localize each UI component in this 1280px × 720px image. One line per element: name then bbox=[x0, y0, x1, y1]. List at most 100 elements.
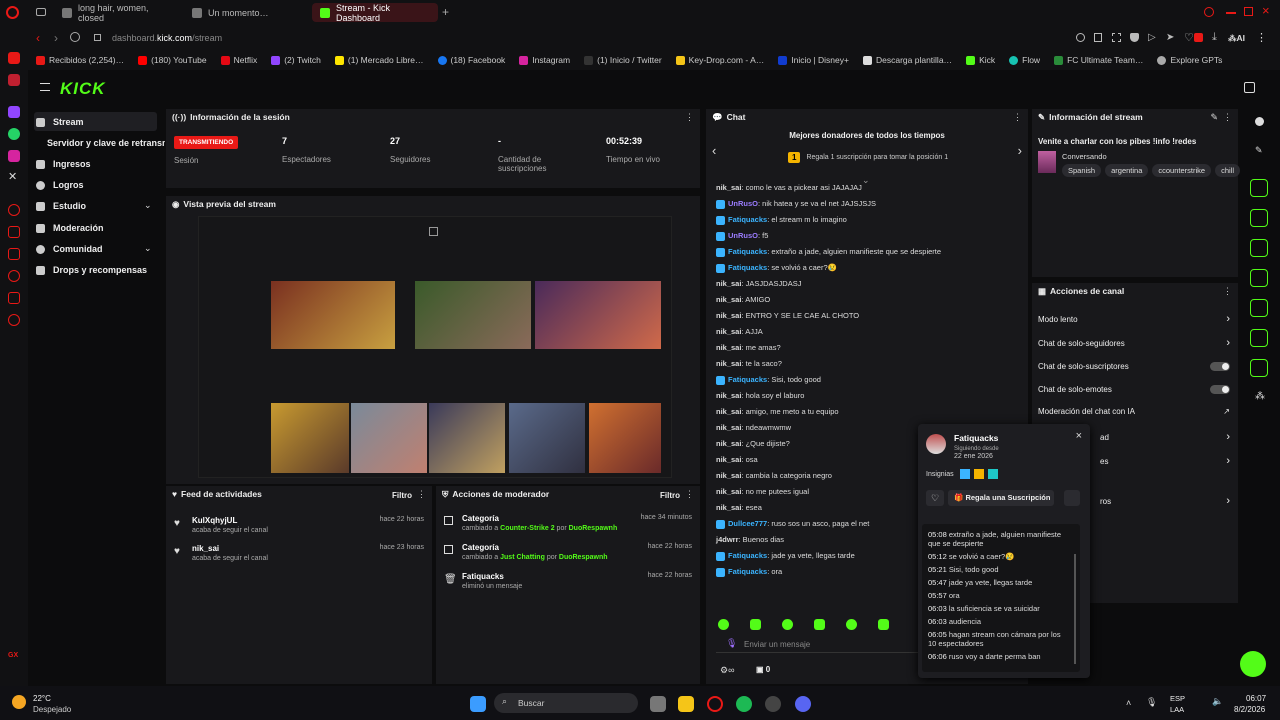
x-twitter-icon[interactable]: ✕ bbox=[8, 170, 17, 183]
flow-icon[interactable] bbox=[8, 292, 20, 304]
clock-time[interactable]: 06:07 bbox=[1246, 694, 1266, 703]
qa-clip-icon[interactable] bbox=[1250, 179, 1268, 197]
minimize-icon[interactable] bbox=[1226, 12, 1236, 14]
weather-icon[interactable] bbox=[12, 695, 26, 709]
volume-icon[interactable]: 🔈 bbox=[1212, 696, 1223, 707]
popout-icon[interactable] bbox=[429, 227, 438, 236]
tag-pill[interactable]: Spanish bbox=[1062, 164, 1102, 177]
bookmark-icon[interactable] bbox=[8, 226, 20, 238]
region[interactable]: LAA bbox=[1170, 705, 1184, 714]
gx-icon[interactable]: GX bbox=[8, 652, 18, 659]
kick-logo[interactable]: KICK bbox=[60, 79, 106, 99]
mod-tools-button[interactable] bbox=[1064, 490, 1080, 506]
chat-username[interactable]: Fatiquacks bbox=[728, 247, 767, 256]
chat-username[interactable]: Dullcee777 bbox=[728, 519, 767, 528]
emote-icon[interactable] bbox=[750, 619, 761, 630]
emote-icon[interactable] bbox=[718, 619, 729, 630]
chat-username[interactable]: nik_sai bbox=[716, 407, 741, 416]
heart-icon[interactable]: ♡ bbox=[1184, 31, 1194, 44]
search-tabs-icon[interactable] bbox=[1204, 7, 1214, 17]
category-link[interactable]: Counter-Strike 2 bbox=[500, 525, 554, 532]
more-options-icon[interactable]: ⋮ bbox=[1223, 112, 1232, 123]
emote-icon[interactable] bbox=[814, 619, 825, 630]
chat-username[interactable]: nik_sai bbox=[716, 359, 741, 368]
file-explorer-icon[interactable] bbox=[678, 696, 694, 712]
extensions-icon[interactable] bbox=[8, 270, 20, 282]
close-window-icon[interactable]: × bbox=[1262, 3, 1270, 18]
aria-ai-button[interactable]: ⁂AI bbox=[1228, 33, 1245, 44]
chat-username[interactable]: nik_sai bbox=[716, 455, 741, 464]
qa-chat-icon[interactable] bbox=[1250, 269, 1268, 287]
stream-video[interactable] bbox=[198, 216, 672, 478]
bookmark-instagram[interactable]: Instagram bbox=[519, 55, 570, 65]
filter-button[interactable]: Filtro bbox=[660, 491, 680, 500]
clock-date[interactable]: 8/2/2026 bbox=[1234, 705, 1265, 714]
donors-next-icon[interactable]: › bbox=[1018, 143, 1022, 158]
nav-stream[interactable]: Stream bbox=[36, 117, 84, 127]
chat-username[interactable]: UnRusO bbox=[728, 199, 758, 208]
filter-button[interactable]: Filtro bbox=[392, 491, 412, 500]
subs-only-toggle[interactable] bbox=[1210, 362, 1230, 371]
chat-username[interactable]: nik_sai bbox=[716, 343, 741, 352]
opera-logo-icon[interactable] bbox=[6, 6, 19, 19]
pencil-icon[interactable]: ✎ bbox=[1255, 145, 1263, 156]
tag-pill[interactable]: chill bbox=[1215, 164, 1240, 177]
chat-username[interactable]: Fatiquacks bbox=[728, 551, 767, 560]
bookmark-disney[interactable]: Inicio | Disney+ bbox=[778, 55, 849, 65]
bookmark-mercadolibre[interactable]: (1) Mercado Libre… bbox=[334, 55, 424, 65]
chevron-down-icon[interactable]: ⌄ bbox=[144, 200, 152, 211]
close-icon[interactable]: × bbox=[1076, 430, 1082, 442]
emote-icon[interactable] bbox=[846, 619, 857, 630]
dashboard-settings-icon[interactable] bbox=[1244, 82, 1255, 93]
emote-icon[interactable] bbox=[878, 619, 889, 630]
new-tab-icon[interactable]: + bbox=[442, 5, 449, 19]
settings-gear-icon[interactable] bbox=[8, 314, 20, 326]
tag-pill[interactable]: argentina bbox=[1105, 164, 1149, 177]
tab-workspaces-icon[interactable] bbox=[36, 8, 46, 16]
moderator-link[interactable]: DuoRespawnh bbox=[559, 554, 608, 561]
tab-2[interactable]: Un momento… bbox=[184, 3, 308, 22]
reload-icon[interactable] bbox=[70, 32, 80, 42]
twitch-icon[interactable] bbox=[8, 106, 20, 118]
language[interactable]: ESP bbox=[1170, 694, 1185, 703]
chat-username[interactable]: j4dwrr bbox=[716, 535, 739, 544]
gmail-icon[interactable] bbox=[8, 52, 20, 64]
bookmark-twitch[interactable]: (2) Twitch bbox=[271, 55, 321, 65]
followers-only-row[interactable]: Chat de solo-seguidores › bbox=[1038, 337, 1230, 349]
chat-username[interactable]: nik_sai bbox=[716, 439, 741, 448]
bookmark-gpts[interactable]: Explore GPTs bbox=[1157, 55, 1222, 65]
tab-kick-dashboard[interactable]: Stream - Kick Dashboard bbox=[312, 3, 438, 23]
bookmark-youtube[interactable]: (180) YouTube bbox=[138, 55, 207, 65]
qa-broadcast-icon[interactable] bbox=[1250, 299, 1268, 317]
bookmark-gmail[interactable]: Recibidos (2,254)… bbox=[36, 55, 124, 65]
menu-icon[interactable]: ⋮ bbox=[1256, 31, 1267, 44]
chat-username[interactable]: nik_sai bbox=[716, 503, 741, 512]
chat-username[interactable]: nik_sai bbox=[716, 423, 741, 432]
zoom-icon[interactable] bbox=[1076, 33, 1085, 42]
chat-username[interactable]: nik_sai bbox=[716, 327, 741, 336]
forward-icon[interactable]: › bbox=[54, 31, 58, 45]
chat-username[interactable]: nik_sai bbox=[716, 279, 741, 288]
download-icon[interactable] bbox=[8, 248, 20, 260]
info-icon[interactable] bbox=[1255, 117, 1264, 126]
more-options-icon[interactable]: ⋮ bbox=[1223, 286, 1232, 297]
chat-username[interactable]: Fatiquacks bbox=[728, 567, 767, 576]
chat-username[interactable]: Fatiquacks bbox=[728, 375, 767, 384]
bookmark-kick[interactable]: Kick bbox=[966, 55, 995, 65]
qa-prediction-icon[interactable] bbox=[1250, 329, 1268, 347]
history-icon[interactable] bbox=[8, 204, 20, 216]
task-view-icon[interactable] bbox=[650, 696, 666, 712]
category-link[interactable]: Just Chatting bbox=[500, 554, 545, 561]
moderator-link[interactable]: DuoRespawnh bbox=[569, 525, 618, 532]
qa-tools-icon[interactable] bbox=[1250, 359, 1268, 377]
hamburger-menu-icon[interactable] bbox=[40, 83, 50, 91]
follow-heart-button[interactable]: ♡ bbox=[926, 490, 944, 506]
vpn-shield-icon[interactable] bbox=[1130, 33, 1139, 42]
gift-sub-button[interactable]: 🎁 Regala una Suscripción bbox=[948, 490, 1054, 506]
chat-username[interactable]: nik_sai bbox=[716, 311, 741, 320]
snapshot-icon[interactable] bbox=[1112, 33, 1121, 42]
chat-username[interactable]: nik_sai bbox=[716, 471, 741, 480]
chat-username[interactable]: Fatiquacks bbox=[728, 215, 767, 224]
whatsapp-icon[interactable] bbox=[8, 128, 20, 140]
messenger-icon[interactable] bbox=[8, 74, 20, 86]
